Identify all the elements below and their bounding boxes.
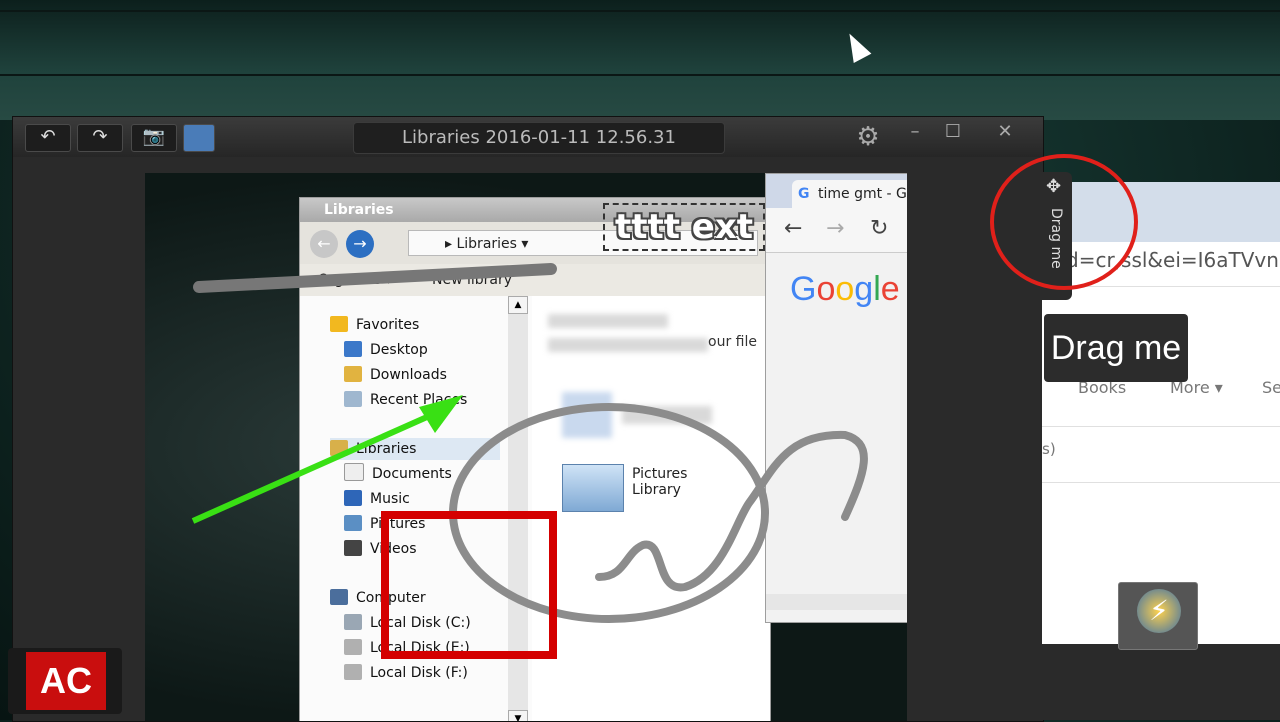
channel-logo: AC <box>8 648 122 714</box>
lightning-bolt-icon: ⚡ <box>1137 589 1181 633</box>
red-circle-highlight <box>990 154 1138 290</box>
ac-badge: AC <box>26 652 106 710</box>
taskbar-app-button[interactable]: ⚡ <box>1118 582 1198 650</box>
drag-tooltip: Drag me <box>1044 314 1188 382</box>
